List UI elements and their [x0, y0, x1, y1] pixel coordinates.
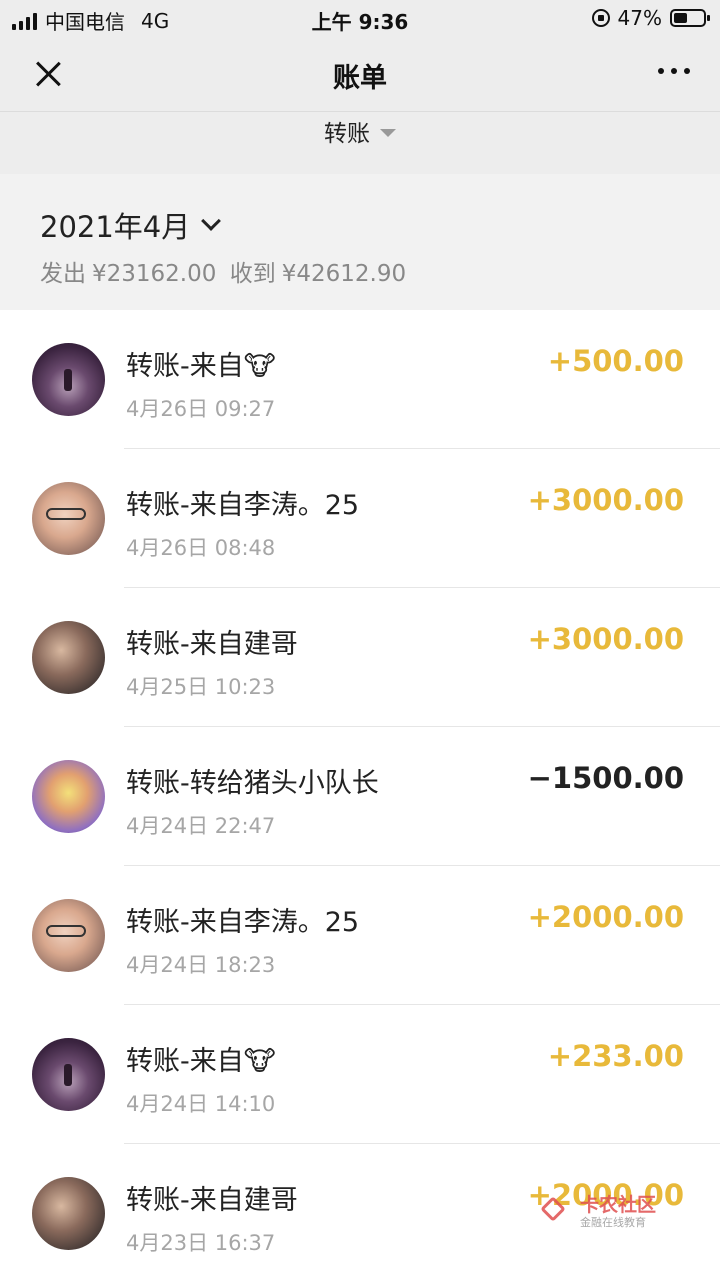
battery-percent: 47% — [617, 6, 662, 30]
transaction-title: 转账-来自🐮 — [126, 351, 276, 382]
transaction-amount: +233.00 — [547, 1039, 684, 1073]
watermark-subtitle: 金融在线教育 — [580, 1216, 646, 1229]
month-selector[interactable]: 2021年4月 — [40, 204, 222, 246]
transaction-title: 转账-来自🐮 — [126, 1046, 276, 1077]
filter-bar: 转账 — [0, 112, 720, 174]
month-totals: 发出 ¥23162.00 收到 ¥42612.90 — [40, 254, 412, 288]
status-right: 47% — [591, 6, 710, 30]
transaction-title: 转账-来自李涛。25 — [126, 907, 360, 938]
battery-icon — [670, 9, 710, 27]
avatar — [32, 1177, 105, 1250]
avatar — [32, 1038, 105, 1111]
transaction-row[interactable]: 转账-来自🐮 4月26日 09:27 +500.00 — [0, 310, 720, 449]
received-label: 收到 — [229, 261, 276, 287]
transaction-time: 4月26日 09:27 — [126, 397, 276, 421]
transaction-time: 4月24日 18:23 — [126, 953, 276, 977]
transaction-title: 转账-来自建哥 — [126, 629, 298, 660]
transaction-time: 4月26日 08:48 — [126, 536, 276, 560]
transaction-amount: +3000.00 — [527, 483, 684, 517]
month-label: 2021年4月 — [40, 210, 191, 244]
received-amount: ¥42612.90 — [281, 261, 407, 287]
more-icon[interactable] — [658, 68, 690, 74]
transaction-time: 4月23日 16:37 — [126, 1231, 276, 1255]
watermark-logo-icon — [540, 1192, 572, 1224]
transaction-amount: +2000.00 — [527, 900, 684, 934]
month-summary: 2021年4月 发出 ¥23162.00 收到 ¥42612.90 — [0, 174, 720, 310]
avatar — [32, 343, 105, 416]
caret-down-icon — [380, 128, 396, 137]
chevron-down-icon — [201, 211, 222, 231]
transaction-row[interactable]: 转账-来自李涛。25 4月26日 08:48 +3000.00 — [0, 449, 720, 588]
avatar — [32, 621, 105, 694]
transaction-amount: −1500.00 — [527, 761, 684, 795]
watermark-title: 卡农社区 — [580, 1194, 657, 1216]
transaction-title: 转账-来自建哥 — [126, 1185, 298, 1216]
orientation-lock-icon — [591, 9, 610, 27]
transaction-time: 4月24日 14:10 — [126, 1092, 276, 1116]
avatar — [32, 760, 105, 833]
type-filter-label: 转账 — [324, 121, 370, 147]
transaction-list: 转账-来自🐮 4月26日 09:27 +500.00 转账-来自李涛。25 4月… — [0, 310, 720, 1283]
sent-amount: ¥23162.00 — [92, 261, 217, 287]
sent-label: 发出 — [40, 261, 86, 287]
transaction-row[interactable]: 转账-来自建哥 4月25日 10:23 +3000.00 — [0, 588, 720, 727]
transaction-time: 4月25日 10:23 — [126, 675, 276, 699]
avatar — [32, 482, 105, 555]
transaction-row[interactable]: 转账-来自李涛。25 4月24日 18:23 +2000.00 — [0, 866, 720, 1005]
avatar — [32, 899, 105, 972]
transaction-row[interactable]: 转账-来自🐮 4月24日 14:10 +233.00 — [0, 1005, 720, 1144]
page-title: 账单 — [333, 63, 387, 94]
transaction-row[interactable]: 转账-转给猪头小队长 4月24日 22:47 −1500.00 — [0, 727, 720, 866]
status-bar: 中国电信 4G 上午 9:36 47% — [0, 0, 720, 36]
type-filter-dropdown[interactable]: 转账 — [0, 114, 720, 148]
nav-bar: 账单 — [0, 36, 720, 112]
transaction-amount: +500.00 — [547, 344, 684, 378]
transaction-amount: +3000.00 — [527, 622, 684, 656]
watermark: 卡农社区 金融在线教育 — [540, 1190, 680, 1230]
transaction-time: 4月24日 22:47 — [126, 814, 276, 838]
transaction-title: 转账-转给猪头小队长 — [126, 768, 379, 799]
transaction-title: 转账-来自李涛。25 — [126, 490, 360, 521]
